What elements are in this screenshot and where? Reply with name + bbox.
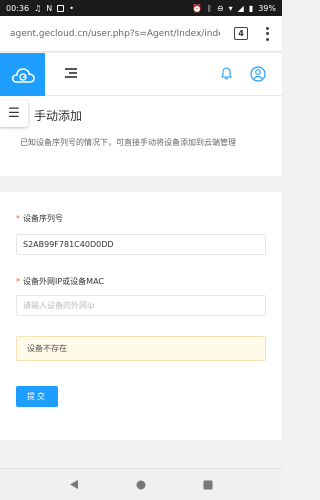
- ip-mac-input[interactable]: [16, 295, 266, 316]
- url-bar[interactable]: agent.gecloud.cn/user.php?s=Agent/Index/…: [8, 21, 220, 47]
- error-alert: 设备不存在: [16, 336, 266, 361]
- battery-percent: 39%: [258, 3, 276, 13]
- notification-n-icon: N: [46, 3, 53, 13]
- dot-icon: •: [69, 3, 74, 13]
- cloud-logo-icon: [11, 67, 35, 83]
- recents-square-icon[interactable]: [203, 480, 213, 490]
- battery-icon: ▮: [248, 3, 254, 13]
- required-mark: *: [16, 214, 20, 223]
- bell-icon[interactable]: [221, 67, 232, 80]
- mac-label: * 设备外网IP或设备MAC: [16, 277, 105, 286]
- app-header: [0, 53, 282, 96]
- minus-circle-icon: ⊖: [216, 3, 224, 13]
- wifi-icon: ▾: [228, 3, 233, 13]
- system-nav-bar: [0, 468, 282, 500]
- mail-icon: [57, 4, 65, 12]
- ring-icon: ♫: [34, 3, 42, 13]
- home-circle-icon[interactable]: [136, 480, 146, 490]
- bluetooth-icon: ᛒ: [207, 3, 212, 13]
- alarm-icon: ⏰: [192, 3, 203, 13]
- required-mark: *: [16, 277, 20, 286]
- signal-icon: ◢: [237, 3, 244, 13]
- serial-label: * 设备序列号: [16, 214, 63, 223]
- serial-input[interactable]: [16, 234, 266, 255]
- tab-switcher-button[interactable]: 4: [234, 27, 248, 40]
- status-time: 00:36: [6, 3, 30, 13]
- hamburger-icon[interactable]: [65, 68, 77, 78]
- submit-button[interactable]: 提交: [16, 386, 58, 407]
- logo[interactable]: [0, 53, 45, 96]
- status-bar: 00:36 ♫ N • ⏰ ᛒ ⊖ ▾ ◢ ▮ 39%: [0, 0, 282, 16]
- page-description: 已知设备序列号的情况下，可直接手动将设备添加到云端管理: [20, 138, 236, 147]
- browser-toolbar: agent.gecloud.cn/user.php?s=Agent/Index/…: [0, 16, 282, 52]
- page-title: 手动添加: [34, 109, 83, 123]
- back-triangle-icon[interactable]: [69, 479, 79, 490]
- more-vert-icon[interactable]: [266, 26, 270, 41]
- user-circle-icon[interactable]: [250, 66, 266, 82]
- side-menu-toggle[interactable]: ☰: [0, 100, 28, 127]
